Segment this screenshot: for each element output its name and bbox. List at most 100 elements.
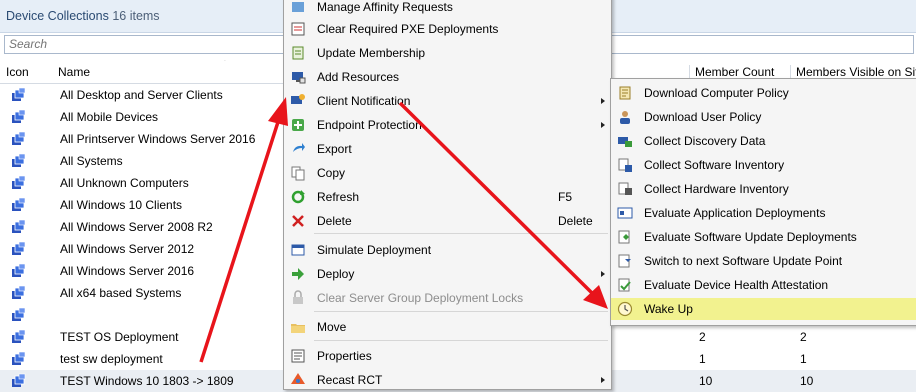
device-collection-icon bbox=[10, 241, 26, 257]
pxe-icon bbox=[290, 21, 306, 37]
add-resources-icon bbox=[290, 69, 306, 85]
menu-item-label: Simulate Deployment bbox=[317, 243, 432, 257]
column-header-name[interactable]: Name bbox=[58, 65, 90, 79]
device-collection-icon bbox=[10, 285, 26, 301]
column-header-members-visible[interactable]: Members Visible on Site bbox=[790, 65, 916, 79]
submenu-item-collect-discovery-data[interactable]: Collect Discovery Data bbox=[611, 130, 916, 152]
column-header-icon[interactable]: Icon bbox=[6, 65, 29, 79]
properties-icon bbox=[290, 348, 306, 364]
collection-name: All Systems bbox=[60, 154, 123, 168]
submenu-item-download-computer-policy[interactable]: Download Computer Policy bbox=[611, 82, 916, 104]
menu-item-client-notification[interactable]: Client Notification bbox=[284, 90, 611, 112]
device-collection-icon bbox=[10, 109, 26, 125]
menu-item-deploy[interactable]: Deploy bbox=[284, 263, 611, 285]
collection-name: TEST OS Deployment bbox=[60, 330, 179, 344]
submenu-item-label: Evaluate Software Update Deployments bbox=[644, 230, 857, 244]
collection-name: All Desktop and Server Clients bbox=[60, 88, 223, 102]
menu-item-label: Deploy bbox=[317, 267, 355, 281]
collection-name: All Windows Server 2008 R2 bbox=[60, 220, 213, 234]
submenu-item-label: Wake Up bbox=[644, 302, 693, 316]
title-text: Device Collections bbox=[6, 9, 109, 23]
update-membership-icon bbox=[290, 45, 306, 61]
menu-item-label: Export bbox=[317, 142, 352, 156]
hardware-inventory-icon bbox=[617, 181, 633, 197]
collection-name: TEST Windows 10 1803 -> 1809 bbox=[60, 374, 234, 388]
locks-icon bbox=[290, 290, 306, 306]
members-visible: 2 bbox=[800, 330, 807, 344]
move-icon bbox=[290, 319, 306, 335]
member-count: 1 bbox=[699, 352, 706, 366]
client-notification-submenu: Download Computer Policy Download User Po… bbox=[610, 78, 916, 326]
collection-name: All Mobile Devices bbox=[60, 110, 159, 124]
device-collection-icon bbox=[10, 197, 26, 213]
menu-item-properties[interactable]: Properties bbox=[284, 345, 611, 367]
device-collection-icon bbox=[10, 263, 26, 279]
menu-item-label: Clear Required PXE Deployments bbox=[317, 22, 499, 36]
device-collection-icon bbox=[10, 175, 26, 191]
menu-item-delete[interactable]: Delete Delete bbox=[284, 210, 611, 232]
menu-item-copy[interactable]: Copy bbox=[284, 162, 611, 184]
device-collection-icon bbox=[10, 87, 26, 103]
member-count: 10 bbox=[699, 374, 713, 388]
menu-item-label: Clear Server Group Deployment Locks bbox=[317, 291, 524, 305]
menu-item-label: Manage Affinity Requests bbox=[317, 0, 453, 14]
submenu-item-evaluate-device-health-attestation[interactable]: Evaluate Device Health Attestation bbox=[611, 274, 916, 296]
policy-icon bbox=[617, 85, 633, 101]
sw-update-icon bbox=[617, 229, 633, 245]
client-notification-icon bbox=[290, 93, 306, 109]
collection-name: All Windows Server 2016 bbox=[60, 264, 195, 278]
discovery-icon bbox=[617, 133, 633, 149]
health-icon bbox=[617, 277, 633, 293]
menu-item-label: Delete bbox=[317, 214, 352, 228]
submenu-item-label: Evaluate Device Health Attestation bbox=[644, 278, 829, 292]
menu-item-move[interactable]: Move bbox=[284, 316, 611, 338]
submenu-item-wake-up[interactable]: Wake Up bbox=[611, 298, 916, 320]
submenu-item-label: Download User Policy bbox=[644, 110, 762, 124]
device-collection-icon bbox=[10, 329, 26, 345]
submenu-arrow-icon bbox=[601, 271, 605, 277]
refresh-icon bbox=[290, 189, 306, 205]
submenu-arrow-icon bbox=[601, 122, 605, 128]
submenu-item-download-user-policy[interactable]: Download User Policy bbox=[611, 106, 916, 128]
submenu-item-label: Collect Software Inventory bbox=[644, 158, 785, 172]
menu-item-update-membership[interactable]: Update Membership bbox=[284, 42, 611, 64]
menu-item-label: Add Resources bbox=[317, 70, 400, 84]
menu-item-recast-rct[interactable]: Recast RCT bbox=[284, 369, 611, 391]
software-inventory-icon bbox=[617, 157, 633, 173]
submenu-item-collect-hardware-inventory[interactable]: Collect Hardware Inventory bbox=[611, 178, 916, 200]
context-menu: Manage Affinity Requests Clear Required P… bbox=[283, 0, 612, 390]
device-collection-icon bbox=[10, 131, 26, 147]
members-visible: 10 bbox=[800, 374, 814, 388]
menu-item-add-resources[interactable]: Add Resources bbox=[284, 66, 611, 88]
deploy-icon bbox=[290, 266, 306, 282]
device-collection-icon bbox=[10, 219, 26, 235]
user-policy-icon bbox=[617, 109, 633, 125]
simulate-icon bbox=[290, 242, 306, 258]
menu-item-simulate-deployment[interactable]: Simulate Deployment bbox=[284, 239, 611, 261]
menu-item-endpoint-protection[interactable]: Endpoint Protection bbox=[284, 114, 611, 136]
shortcut-key: F5 bbox=[558, 190, 573, 204]
submenu-item-label: Download Computer Policy bbox=[644, 86, 789, 100]
column-header-member-count[interactable]: Member Count bbox=[689, 65, 774, 79]
menu-item-manage-affinity-requests[interactable]: Manage Affinity Requests bbox=[284, 0, 611, 18]
submenu-arrow-icon bbox=[601, 98, 605, 104]
device-collection-icon bbox=[10, 153, 26, 169]
menu-item-refresh[interactable]: Refresh F5 bbox=[284, 186, 611, 208]
switch-sup-icon bbox=[617, 253, 633, 269]
recast-icon bbox=[290, 372, 306, 388]
menu-item-label: Client Notification bbox=[317, 94, 411, 108]
submenu-item-collect-software-inventory[interactable]: Collect Software Inventory bbox=[611, 154, 916, 176]
submenu-item-evaluate-application-deployments[interactable]: Evaluate Application Deployments bbox=[611, 202, 916, 224]
collection-name: All Printserver Windows Server 2016 bbox=[60, 132, 256, 146]
submenu-item-label: Collect Hardware Inventory bbox=[644, 182, 789, 196]
menu-item-label: Recast RCT bbox=[317, 373, 383, 387]
menu-separator bbox=[314, 340, 608, 341]
submenu-item-evaluate-software-update-deployments[interactable]: Evaluate Software Update Deployments bbox=[611, 226, 916, 248]
menu-item-clear-required-pxe-deployments[interactable]: Clear Required PXE Deployments bbox=[284, 18, 611, 40]
submenu-arrow-icon bbox=[601, 377, 605, 383]
menu-item-export[interactable]: Export bbox=[284, 138, 611, 160]
submenu-item-switch-to-next-software-update-point[interactable]: Switch to next Software Update Point bbox=[611, 250, 916, 272]
app-deploy-icon bbox=[617, 205, 633, 221]
collection-name: test sw deployment bbox=[60, 352, 163, 366]
export-icon bbox=[290, 141, 306, 157]
